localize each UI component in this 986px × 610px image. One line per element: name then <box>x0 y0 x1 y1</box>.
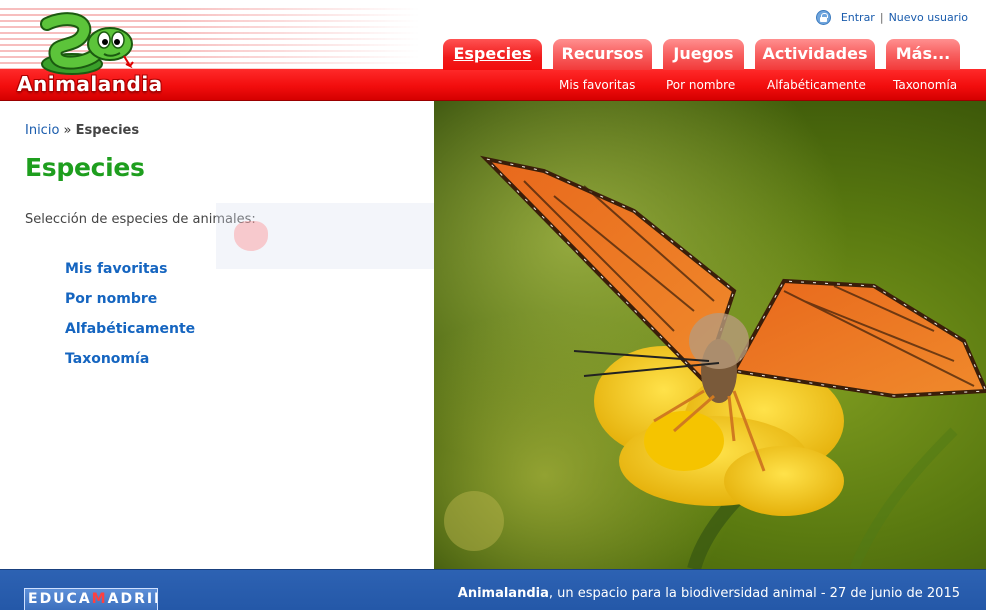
logo-text[interactable]: Animalandia <box>17 72 163 96</box>
subnav-taxonomia[interactable]: Taxonomía <box>893 78 957 92</box>
login-area: Entrar | Nuevo usuario <box>815 10 968 25</box>
main-content: Inicio » Especies Especies Selección de … <box>0 101 434 569</box>
subnav-alfabeticamente[interactable]: Alfabéticamente <box>767 78 866 92</box>
educamadrid-logo-text-b: ADRID <box>107 591 157 607</box>
footer-text: Animalandia, un espacio para la biodiver… <box>458 586 960 601</box>
tab-recursos[interactable]: Recursos <box>553 39 652 70</box>
page-title: Especies <box>25 153 145 182</box>
site-header: Animalandia Entrar | Nuevo usuario Espec… <box>0 0 986 101</box>
footer-site-name: Animalandia <box>457 586 549 601</box>
subnav-mis-favoritas[interactable]: Mis favoritas <box>559 78 635 92</box>
tab-actividades[interactable]: Actividades <box>755 39 875 70</box>
species-links: Mis favoritas Por nombre Alfabéticamente… <box>65 260 195 380</box>
breadcrumb-home-link[interactable]: Inicio <box>25 123 59 138</box>
login-link[interactable]: Entrar <box>841 11 875 24</box>
lock-icon <box>815 10 831 25</box>
login-separator: | <box>879 11 884 24</box>
tab-juegos[interactable]: Juegos <box>663 39 744 70</box>
link-mis-favoritas[interactable]: Mis favoritas <box>65 260 195 290</box>
footer-tagline: , un espacio para la biodiversidad anima… <box>548 586 960 601</box>
educamadrid-logo[interactable]: EDUCAMADRID <box>24 588 158 610</box>
link-alfabeticamente[interactable]: Alfabéticamente <box>65 320 195 350</box>
link-taxonomia[interactable]: Taxonomía <box>65 350 195 380</box>
link-por-nombre[interactable]: Por nombre <box>65 290 195 320</box>
heart-icon <box>234 221 268 251</box>
faded-overlay <box>216 203 434 269</box>
tab-mas[interactable]: Más... <box>886 39 960 70</box>
breadcrumb: Inicio » Especies <box>25 123 139 138</box>
tab-especies[interactable]: Especies <box>443 39 542 70</box>
subnav-por-nombre[interactable]: Por nombre <box>666 78 735 92</box>
new-user-link[interactable]: Nuevo usuario <box>889 11 968 24</box>
educamadrid-logo-text-m: M <box>91 591 108 607</box>
educamadrid-logo-text-a: EDUCA <box>28 591 92 607</box>
site-footer: EDUCAMADRID Animalandia, un espacio para… <box>0 569 986 610</box>
butterfly-photo <box>434 101 986 569</box>
breadcrumb-current: Especies <box>75 123 140 138</box>
breadcrumb-separator: » <box>63 123 72 138</box>
